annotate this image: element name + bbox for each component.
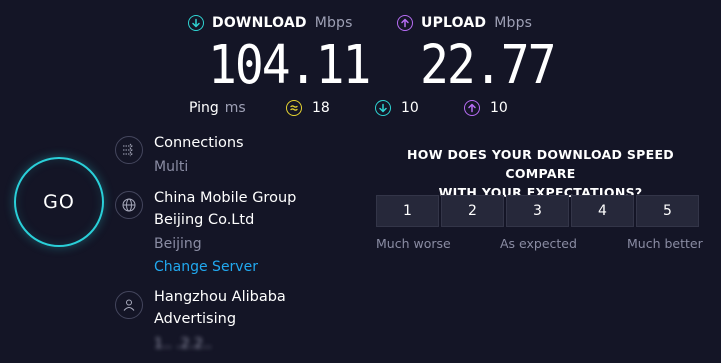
upload-unit: Mbps bbox=[494, 15, 533, 31]
host-ip-blurred: 1.. .2.2.. bbox=[154, 336, 212, 352]
isp-city: Beijing bbox=[154, 236, 202, 252]
connections-title: Connections bbox=[154, 135, 244, 151]
user-icon bbox=[115, 291, 143, 319]
download-header: DOWNLOAD Mbps bbox=[188, 15, 353, 31]
download-unit: Mbps bbox=[314, 15, 353, 31]
survey-option-2[interactable]: 2 bbox=[441, 195, 504, 227]
ping-upload-value: 10 bbox=[490, 100, 508, 116]
isp-name-line2: Beijing Co.Ltd bbox=[154, 212, 255, 228]
ping-idle-value: 18 bbox=[312, 100, 330, 116]
connections-value: Multi bbox=[154, 159, 189, 175]
isp-name-line1: China Mobile Group bbox=[154, 190, 297, 206]
ping-upload: 10 bbox=[464, 100, 508, 116]
arrow-up-circle-icon bbox=[464, 100, 480, 116]
survey-label-high: Much better bbox=[627, 236, 703, 251]
survey-scale: 1 2 3 4 5 bbox=[376, 195, 699, 227]
ping-label: Ping bbox=[189, 100, 219, 116]
globe-icon bbox=[115, 191, 143, 219]
ping-download: 10 bbox=[375, 100, 419, 116]
survey-option-4[interactable]: 4 bbox=[571, 195, 634, 227]
survey-option-3[interactable]: 3 bbox=[506, 195, 569, 227]
go-button[interactable]: GO bbox=[14, 157, 104, 247]
download-value: 104.11 bbox=[208, 33, 371, 97]
ping-idle: 18 bbox=[286, 100, 330, 116]
ping-header: Ping ms bbox=[189, 100, 246, 116]
survey-label-low: Much worse bbox=[376, 236, 451, 251]
download-label: DOWNLOAD bbox=[212, 15, 307, 31]
arrow-up-circle-icon bbox=[397, 15, 413, 31]
go-button-label: GO bbox=[43, 191, 75, 213]
survey-option-1[interactable]: 1 bbox=[376, 195, 439, 227]
upload-header: UPLOAD Mbps bbox=[397, 15, 532, 31]
survey-question-line1: HOW DOES YOUR DOWNLOAD SPEED COMPARE bbox=[407, 147, 674, 181]
survey-question: HOW DOES YOUR DOWNLOAD SPEED COMPARE WIT… bbox=[376, 145, 705, 202]
survey-label-mid: As expected bbox=[500, 236, 577, 251]
ping-unit: ms bbox=[224, 100, 246, 116]
host-name-line1: Hangzhou Alibaba bbox=[154, 289, 286, 305]
latency-idle-icon bbox=[286, 100, 302, 116]
change-server-link[interactable]: Change Server bbox=[154, 259, 258, 275]
ping-download-value: 10 bbox=[401, 100, 419, 116]
arrow-down-circle-icon bbox=[188, 15, 204, 31]
host-name-line2: Advertising bbox=[154, 311, 237, 327]
survey-option-5[interactable]: 5 bbox=[636, 195, 699, 227]
upload-value: 22.77 bbox=[420, 33, 556, 97]
upload-label: UPLOAD bbox=[421, 15, 487, 31]
arrow-down-circle-icon bbox=[375, 100, 391, 116]
connections-icon bbox=[115, 136, 143, 164]
